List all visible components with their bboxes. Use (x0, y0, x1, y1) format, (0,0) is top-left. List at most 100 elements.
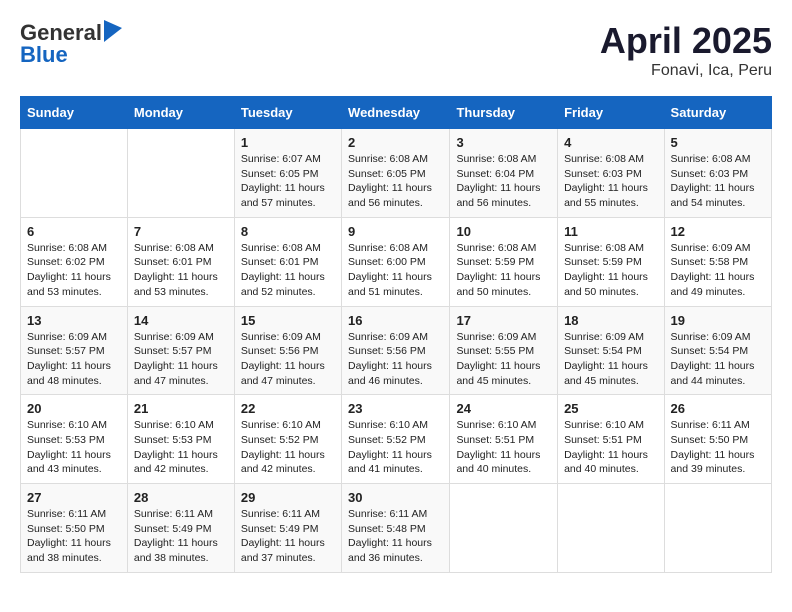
day-number: 18 (564, 313, 657, 328)
calendar-header-row: SundayMondayTuesdayWednesdayThursdayFrid… (21, 97, 772, 129)
day-info: Sunrise: 6:10 AM Sunset: 5:53 PM Dayligh… (27, 418, 121, 477)
day-info: Sunrise: 6:11 AM Sunset: 5:50 PM Dayligh… (27, 507, 121, 566)
calendar-cell: 8 Sunrise: 6:08 AM Sunset: 6:01 PM Daylig… (234, 217, 341, 306)
day-number: 3 (456, 135, 551, 150)
day-info: Sunrise: 6:08 AM Sunset: 6:01 PM Dayligh… (134, 241, 228, 300)
day-info: Sunrise: 6:09 AM Sunset: 5:58 PM Dayligh… (671, 241, 765, 300)
day-number: 25 (564, 401, 657, 416)
calendar-cell: 14Sunrise: 6:09 AM Sunset: 5:57 PM Dayli… (127, 306, 234, 395)
day-info: Sunrise: 6:10 AM Sunset: 5:51 PM Dayligh… (456, 418, 551, 477)
col-header-friday: Friday (558, 97, 664, 129)
day-info: Sunrise: 6:09 AM Sunset: 5:56 PM Dayligh… (241, 330, 335, 389)
day-number: 27 (27, 490, 121, 505)
page-header: General Blue April 2025 Fonavi, Ica, Per… (20, 20, 772, 80)
day-info: Sunrise: 6:08 AM Sunset: 6:03 PM Dayligh… (671, 152, 765, 211)
day-number: 20 (27, 401, 121, 416)
calendar-cell: 30Sunrise: 6:11 AM Sunset: 5:48 PM Dayli… (342, 484, 450, 573)
day-number: 24 (456, 401, 551, 416)
col-header-sunday: Sunday (21, 97, 128, 129)
day-number: 29 (241, 490, 335, 505)
day-number: 9 (348, 224, 443, 239)
logo-icon (104, 20, 122, 42)
logo: General Blue (20, 20, 122, 68)
calendar-cell: 21Sunrise: 6:10 AM Sunset: 5:53 PM Dayli… (127, 395, 234, 484)
calendar-cell: 11 Sunrise: 6:08 AM Sunset: 5:59 PM Dayli… (558, 217, 664, 306)
day-number: 26 (671, 401, 765, 416)
calendar-cell (21, 129, 128, 218)
day-info: Sunrise: 6:08 AM Sunset: 6:01 PM Dayligh… (241, 241, 335, 300)
calendar-cell: 22 Sunrise: 6:10 AM Sunset: 5:52 PM Dayli… (234, 395, 341, 484)
calendar-cell: 3 Sunrise: 6:08 AM Sunset: 6:04 PM Daylig… (450, 129, 558, 218)
col-header-wednesday: Wednesday (342, 97, 450, 129)
day-number: 5 (671, 135, 765, 150)
page-title: April 2025 (600, 20, 772, 62)
day-info: Sunrise: 6:08 AM Sunset: 5:59 PM Dayligh… (456, 241, 551, 300)
calendar-cell (127, 129, 234, 218)
calendar-cell: 19Sunrise: 6:09 AM Sunset: 5:54 PM Dayli… (664, 306, 771, 395)
day-info: Sunrise: 6:08 AM Sunset: 5:59 PM Dayligh… (564, 241, 657, 300)
col-header-tuesday: Tuesday (234, 97, 341, 129)
day-number: 8 (241, 224, 335, 239)
day-number: 15 (241, 313, 335, 328)
calendar-cell: 28 Sunrise: 6:11 AM Sunset: 5:49 PM Dayli… (127, 484, 234, 573)
calendar-cell: 10Sunrise: 6:08 AM Sunset: 5:59 PM Dayli… (450, 217, 558, 306)
day-info: Sunrise: 6:10 AM Sunset: 5:52 PM Dayligh… (241, 418, 335, 477)
day-number: 11 (564, 224, 657, 239)
calendar-cell (664, 484, 771, 573)
day-number: 23 (348, 401, 443, 416)
day-info: Sunrise: 6:09 AM Sunset: 5:57 PM Dayligh… (27, 330, 121, 389)
calendar-cell (558, 484, 664, 573)
calendar-cell: 25 Sunrise: 6:10 AM Sunset: 5:51 PM Dayli… (558, 395, 664, 484)
col-header-saturday: Saturday (664, 97, 771, 129)
day-number: 22 (241, 401, 335, 416)
title-block: April 2025 Fonavi, Ica, Peru (600, 20, 772, 80)
calendar-cell (450, 484, 558, 573)
calendar-cell: 23 Sunrise: 6:10 AM Sunset: 5:52 PM Dayli… (342, 395, 450, 484)
day-info: Sunrise: 6:10 AM Sunset: 5:52 PM Dayligh… (348, 418, 443, 477)
calendar-cell: 13 Sunrise: 6:09 AM Sunset: 5:57 PM Dayli… (21, 306, 128, 395)
calendar-table: SundayMondayTuesdayWednesdayThursdayFrid… (20, 96, 772, 573)
day-number: 7 (134, 224, 228, 239)
calendar-week-4: 20 Sunrise: 6:10 AM Sunset: 5:53 PM Dayli… (21, 395, 772, 484)
day-number: 12 (671, 224, 765, 239)
day-number: 14 (134, 313, 228, 328)
day-info: Sunrise: 6:10 AM Sunset: 5:51 PM Dayligh… (564, 418, 657, 477)
calendar-cell: 15 Sunrise: 6:09 AM Sunset: 5:56 PM Dayli… (234, 306, 341, 395)
day-number: 21 (134, 401, 228, 416)
day-info: Sunrise: 6:08 AM Sunset: 6:05 PM Dayligh… (348, 152, 443, 211)
page-subtitle: Fonavi, Ica, Peru (600, 62, 772, 80)
calendar-week-5: 27 Sunrise: 6:11 AM Sunset: 5:50 PM Dayli… (21, 484, 772, 573)
day-number: 4 (564, 135, 657, 150)
day-info: Sunrise: 6:11 AM Sunset: 5:49 PM Dayligh… (241, 507, 335, 566)
day-info: Sunrise: 6:11 AM Sunset: 5:50 PM Dayligh… (671, 418, 765, 477)
day-number: 16 (348, 313, 443, 328)
day-info: Sunrise: 6:11 AM Sunset: 5:49 PM Dayligh… (134, 507, 228, 566)
day-number: 1 (241, 135, 335, 150)
day-info: Sunrise: 6:09 AM Sunset: 5:55 PM Dayligh… (456, 330, 551, 389)
calendar-cell: 20 Sunrise: 6:10 AM Sunset: 5:53 PM Dayli… (21, 395, 128, 484)
day-info: Sunrise: 6:08 AM Sunset: 6:00 PM Dayligh… (348, 241, 443, 300)
calendar-week-3: 13 Sunrise: 6:09 AM Sunset: 5:57 PM Dayli… (21, 306, 772, 395)
calendar-cell: 16 Sunrise: 6:09 AM Sunset: 5:56 PM Dayli… (342, 306, 450, 395)
col-header-monday: Monday (127, 97, 234, 129)
day-info: Sunrise: 6:07 AM Sunset: 6:05 PM Dayligh… (241, 152, 335, 211)
calendar-cell: 27 Sunrise: 6:11 AM Sunset: 5:50 PM Dayli… (21, 484, 128, 573)
day-info: Sunrise: 6:08 AM Sunset: 6:03 PM Dayligh… (564, 152, 657, 211)
day-number: 13 (27, 313, 121, 328)
calendar-cell: 29 Sunrise: 6:11 AM Sunset: 5:49 PM Dayli… (234, 484, 341, 573)
calendar-cell: 9 Sunrise: 6:08 AM Sunset: 6:00 PM Daylig… (342, 217, 450, 306)
day-number: 30 (348, 490, 443, 505)
day-info: Sunrise: 6:08 AM Sunset: 6:04 PM Dayligh… (456, 152, 551, 211)
calendar-cell: 26 Sunrise: 6:11 AM Sunset: 5:50 PM Dayli… (664, 395, 771, 484)
col-header-thursday: Thursday (450, 97, 558, 129)
day-info: Sunrise: 6:09 AM Sunset: 5:54 PM Dayligh… (671, 330, 765, 389)
calendar-cell: 18Sunrise: 6:09 AM Sunset: 5:54 PM Dayli… (558, 306, 664, 395)
calendar-cell: 7 Sunrise: 6:08 AM Sunset: 6:01 PM Daylig… (127, 217, 234, 306)
day-number: 28 (134, 490, 228, 505)
day-info: Sunrise: 6:09 AM Sunset: 5:56 PM Dayligh… (348, 330, 443, 389)
calendar-cell: 4 Sunrise: 6:08 AM Sunset: 6:03 PM Daylig… (558, 129, 664, 218)
day-number: 17 (456, 313, 551, 328)
calendar-cell: 6Sunrise: 6:08 AM Sunset: 6:02 PM Daylig… (21, 217, 128, 306)
day-info: Sunrise: 6:08 AM Sunset: 6:02 PM Dayligh… (27, 241, 121, 300)
calendar-cell: 12 Sunrise: 6:09 AM Sunset: 5:58 PM Dayli… (664, 217, 771, 306)
